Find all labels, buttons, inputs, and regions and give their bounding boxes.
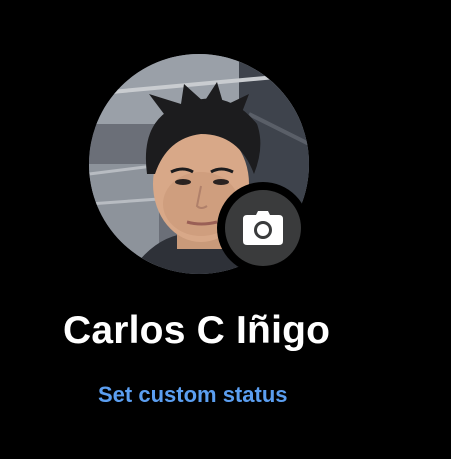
set-custom-status-button[interactable]: Set custom status (98, 382, 288, 408)
change-photo-button[interactable] (217, 182, 309, 274)
camera-icon (243, 211, 283, 245)
camera-badge (225, 190, 301, 266)
profile-avatar-container[interactable] (89, 54, 309, 274)
profile-name: Carlos C Iñigo (63, 309, 331, 352)
